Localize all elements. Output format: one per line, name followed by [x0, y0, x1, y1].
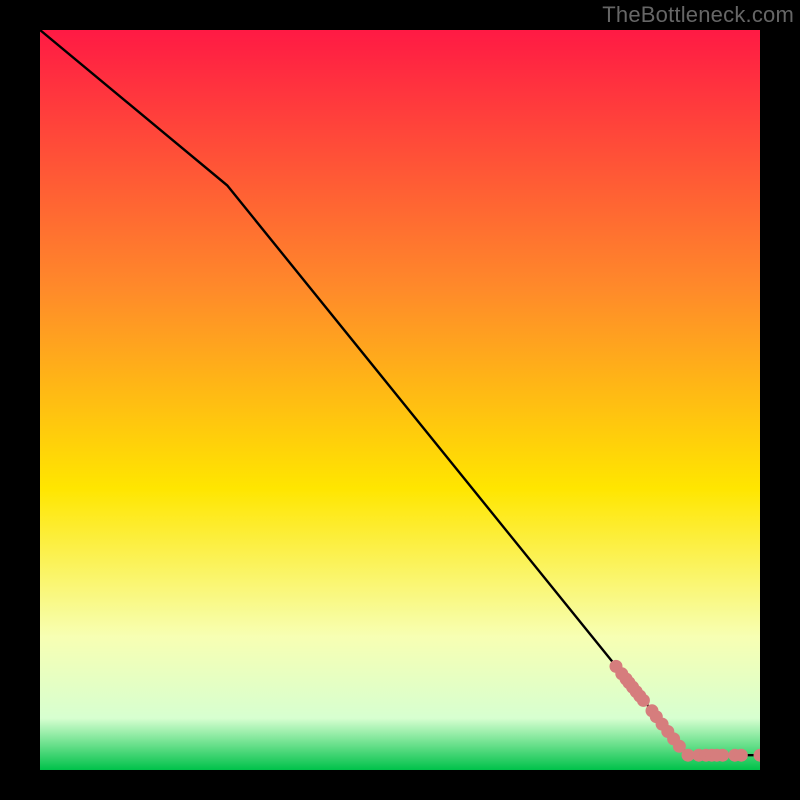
- chart-frame: TheBottleneck.com: [0, 0, 800, 800]
- data-point: [637, 694, 650, 707]
- attribution-label: TheBottleneck.com: [602, 2, 794, 28]
- plot-area: [40, 30, 760, 770]
- chart-svg: [40, 30, 760, 770]
- data-point: [735, 749, 748, 762]
- data-point: [716, 749, 729, 762]
